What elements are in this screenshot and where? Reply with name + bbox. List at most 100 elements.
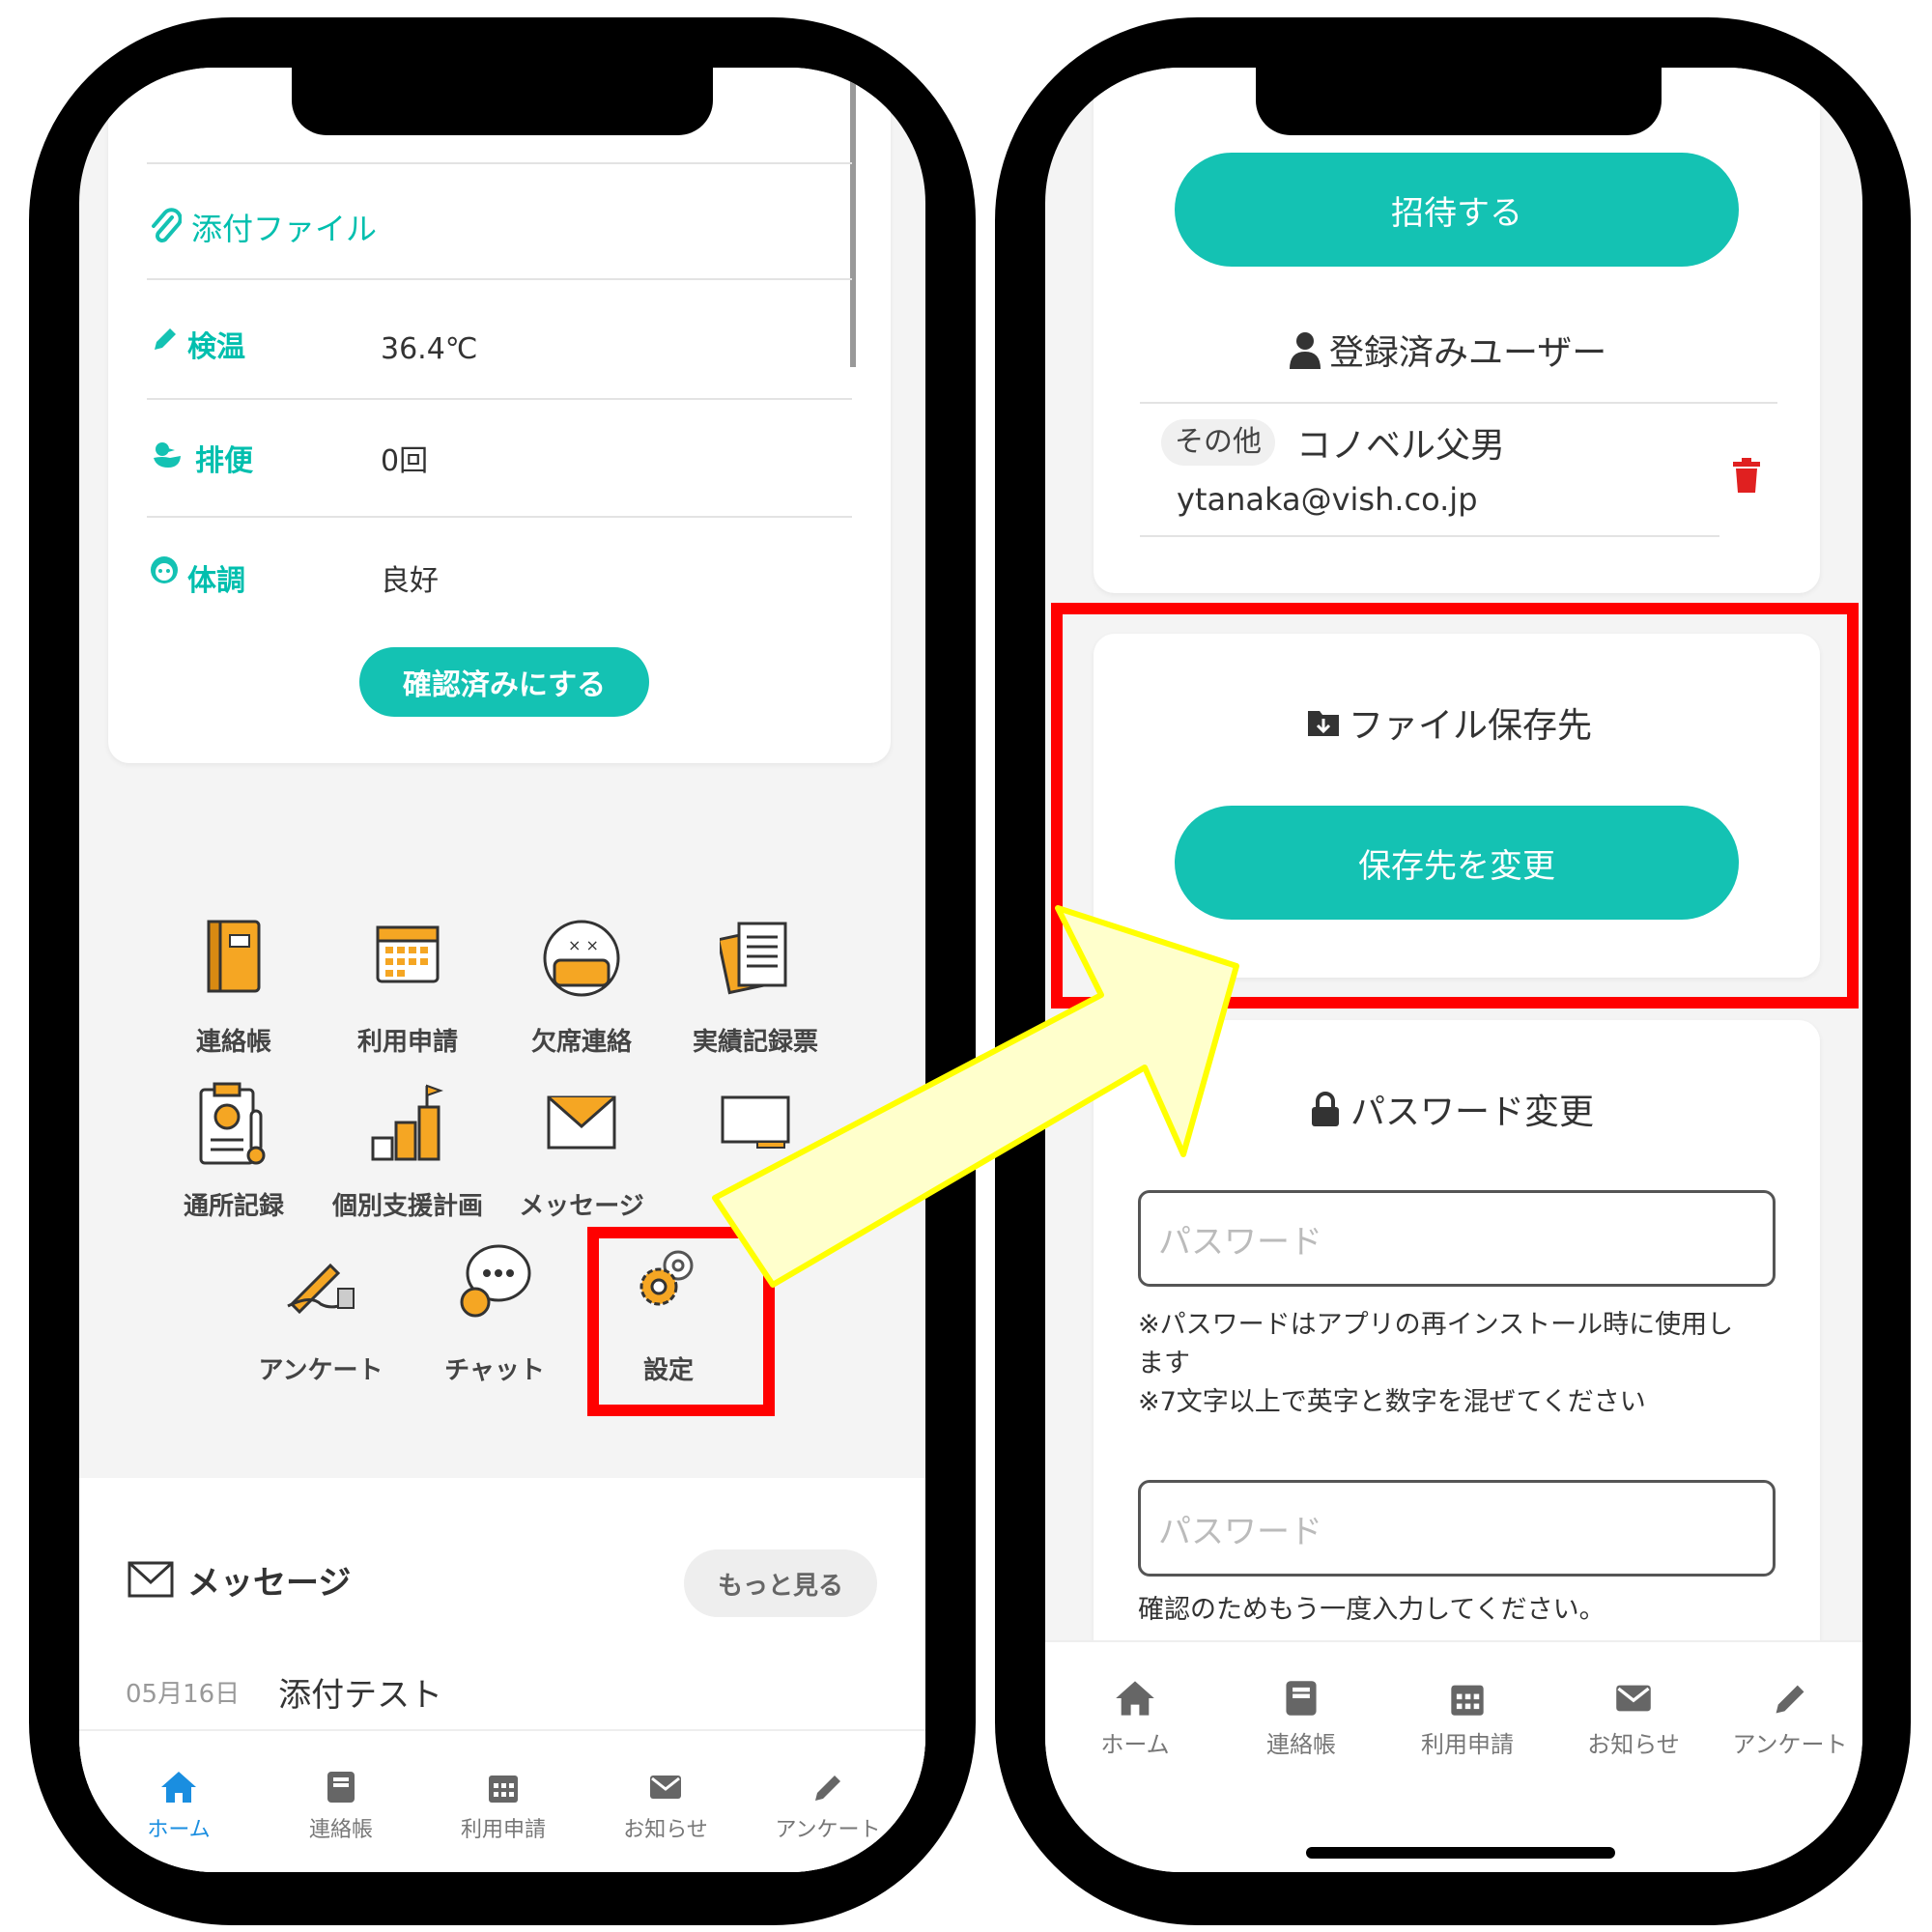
- left-phone-screen: 添付ファイル 検温 36.4℃ 排便 0回 体調 良好 確認済みにする 連絡帳 …: [79, 68, 925, 1872]
- sick-face-icon: × ×: [543, 920, 620, 997]
- nav-home[interactable]: ホーム: [1063, 1679, 1208, 1759]
- message-item[interactable]: 05月16日 添付テスト: [126, 1667, 442, 1716]
- chat-bubble-icon: [460, 1244, 531, 1318]
- nav-riyoshinsei[interactable]: 利用申請: [1395, 1679, 1540, 1759]
- nav-label: 利用申請: [1421, 1731, 1514, 1758]
- password-note-line: ※7文字以上で英字と数字を混ぜてください: [1138, 1387, 1646, 1417]
- menu-label: 連絡帳: [195, 1028, 271, 1057]
- menu-item-tsushokiroku[interactable]: 通所記録: [147, 1082, 321, 1246]
- book-icon: [327, 1772, 355, 1803]
- calendar-icon: [489, 1776, 518, 1803]
- menu-item-survey[interactable]: アンケート: [234, 1246, 408, 1410]
- lock-icon: [1312, 1092, 1339, 1126]
- more-button[interactable]: もっと見る: [684, 1549, 877, 1617]
- message-title: 添付テスト: [278, 1675, 443, 1715]
- right-notch: [1256, 68, 1662, 135]
- registered-users-header: 登録済みユーザー: [1289, 323, 1606, 377]
- settings-highlight-box: [587, 1227, 775, 1416]
- invite-button[interactable]: 招待する: [1175, 153, 1739, 267]
- password-title: パスワード変更: [1350, 1093, 1595, 1132]
- row-label: 排便: [195, 444, 253, 478]
- menu-label: メッセージ: [519, 1192, 644, 1221]
- divider: [1140, 535, 1719, 537]
- menu-item-board[interactable]: 掲: [668, 1082, 842, 1246]
- menu-item-kobetsushienkeikaku[interactable]: 個別支援計画: [321, 1082, 495, 1246]
- password-header: パスワード変更: [1310, 1082, 1594, 1136]
- password-note: ※パスワードはアプリの再インストール時に使用し ます ※7文字以上で英字と数字を…: [1138, 1306, 1795, 1422]
- menu-item-message[interactable]: メッセージ: [495, 1082, 668, 1246]
- mail-icon: [1616, 1685, 1651, 1712]
- menu-label: 掲: [742, 1192, 768, 1221]
- divider: [1140, 402, 1777, 404]
- password-confirm-input[interactable]: パスワード: [1138, 1480, 1776, 1577]
- menu-item-renrakucho[interactable]: 連絡帳: [147, 918, 321, 1082]
- nav-oshirase[interactable]: お知らせ: [1561, 1679, 1706, 1759]
- nav-survey[interactable]: アンケート: [755, 1770, 900, 1843]
- menu-item-jissekikiroku[interactable]: 実績記録票: [668, 918, 842, 1082]
- menu-label: アンケート: [258, 1356, 384, 1385]
- nav-renrakucho[interactable]: 連絡帳: [269, 1770, 413, 1843]
- home-icon: [161, 1772, 196, 1803]
- nav-riyoshinsei[interactable]: 利用申請: [431, 1770, 576, 1843]
- mail-icon: [650, 1776, 681, 1799]
- nav-label: アンケート: [1732, 1731, 1848, 1758]
- nav-label: ホーム: [1100, 1731, 1170, 1758]
- temperature-row: 検温 36.4℃: [149, 317, 825, 375]
- row-value: 36.4℃: [381, 332, 478, 366]
- nav-label: お知らせ: [1587, 1731, 1680, 1758]
- trash-icon[interactable]: [1731, 456, 1762, 495]
- menu-label: チャット: [444, 1356, 545, 1385]
- condition-row: 体調 良好: [149, 551, 825, 609]
- nav-label: ホーム: [147, 1818, 211, 1842]
- clipboard-thermometer-icon: [199, 1082, 266, 1165]
- confirm-button[interactable]: 確認済みにする: [359, 647, 649, 717]
- growth-plan-icon: [371, 1084, 443, 1161]
- scrollbar[interactable]: [850, 77, 856, 367]
- menu-item-riyoshinsei[interactable]: 利用申請: [321, 918, 495, 1082]
- svg-text:× ×: × ×: [568, 936, 599, 954]
- pencil-icon: [1776, 1685, 1804, 1714]
- file-save-highlight-box: [1051, 603, 1859, 1009]
- nav-oshirase[interactable]: お知らせ: [593, 1770, 738, 1843]
- attachment-row[interactable]: 添付ファイル: [149, 203, 377, 251]
- menu-item-kessekirenraku[interactable]: × × 欠席連絡: [495, 918, 668, 1082]
- divider: [147, 398, 852, 400]
- notebook-icon: [207, 920, 261, 993]
- user-row: その他 コノベル父男 ytanaka@vish.co.jp: [1142, 417, 1779, 601]
- menu-label: 利用申請: [356, 1028, 458, 1057]
- password-confirm-note: 確認のためもう一度入力してください。: [1138, 1595, 1605, 1625]
- user-email: ytanaka@vish.co.jp: [1177, 481, 1478, 518]
- password-input[interactable]: パスワード: [1138, 1190, 1776, 1287]
- menu-label: 個別支援計画: [331, 1192, 483, 1221]
- paperclip-icon: [152, 208, 182, 242]
- nav-label: 利用申請: [460, 1818, 546, 1842]
- menu-label: 欠席連絡: [530, 1028, 632, 1057]
- nav-survey[interactable]: アンケート: [1718, 1679, 1862, 1759]
- menu-label: 通所記録: [183, 1192, 284, 1221]
- home-indicator: [1306, 1847, 1615, 1859]
- nav-label: 連絡帳: [1266, 1731, 1336, 1758]
- password-note-line: ※パスワードはアプリの再インストール時に使用し: [1138, 1310, 1734, 1340]
- duck-icon: [154, 442, 181, 468]
- attachment-label: 添付ファイル: [191, 211, 378, 247]
- bowel-row: 排便 0回: [149, 435, 825, 493]
- row-value: 0回: [381, 444, 429, 478]
- relation-badge: その他: [1161, 419, 1275, 466]
- pen-survey-icon: [287, 1263, 355, 1314]
- messages-title: メッセージ: [187, 1563, 352, 1603]
- user-name: コノベル父男: [1296, 426, 1506, 466]
- nav-renrakucho[interactable]: 連絡帳: [1229, 1679, 1374, 1759]
- nav-home[interactable]: ホーム: [106, 1770, 251, 1843]
- messages-header: メッセージ: [128, 1555, 351, 1604]
- calendar-icon: [376, 925, 440, 983]
- row-label: 検温: [187, 330, 245, 364]
- home-icon: [1116, 1681, 1154, 1716]
- user-icon: [1290, 332, 1321, 369]
- menu-item-chat[interactable]: チャット: [408, 1244, 582, 1410]
- divider: [147, 162, 852, 164]
- documents-icon: [720, 922, 787, 995]
- divider: [147, 278, 852, 280]
- calendar-icon: [1451, 1685, 1484, 1716]
- row-label: 体調: [187, 564, 245, 598]
- nav-label: 連絡帳: [308, 1818, 373, 1842]
